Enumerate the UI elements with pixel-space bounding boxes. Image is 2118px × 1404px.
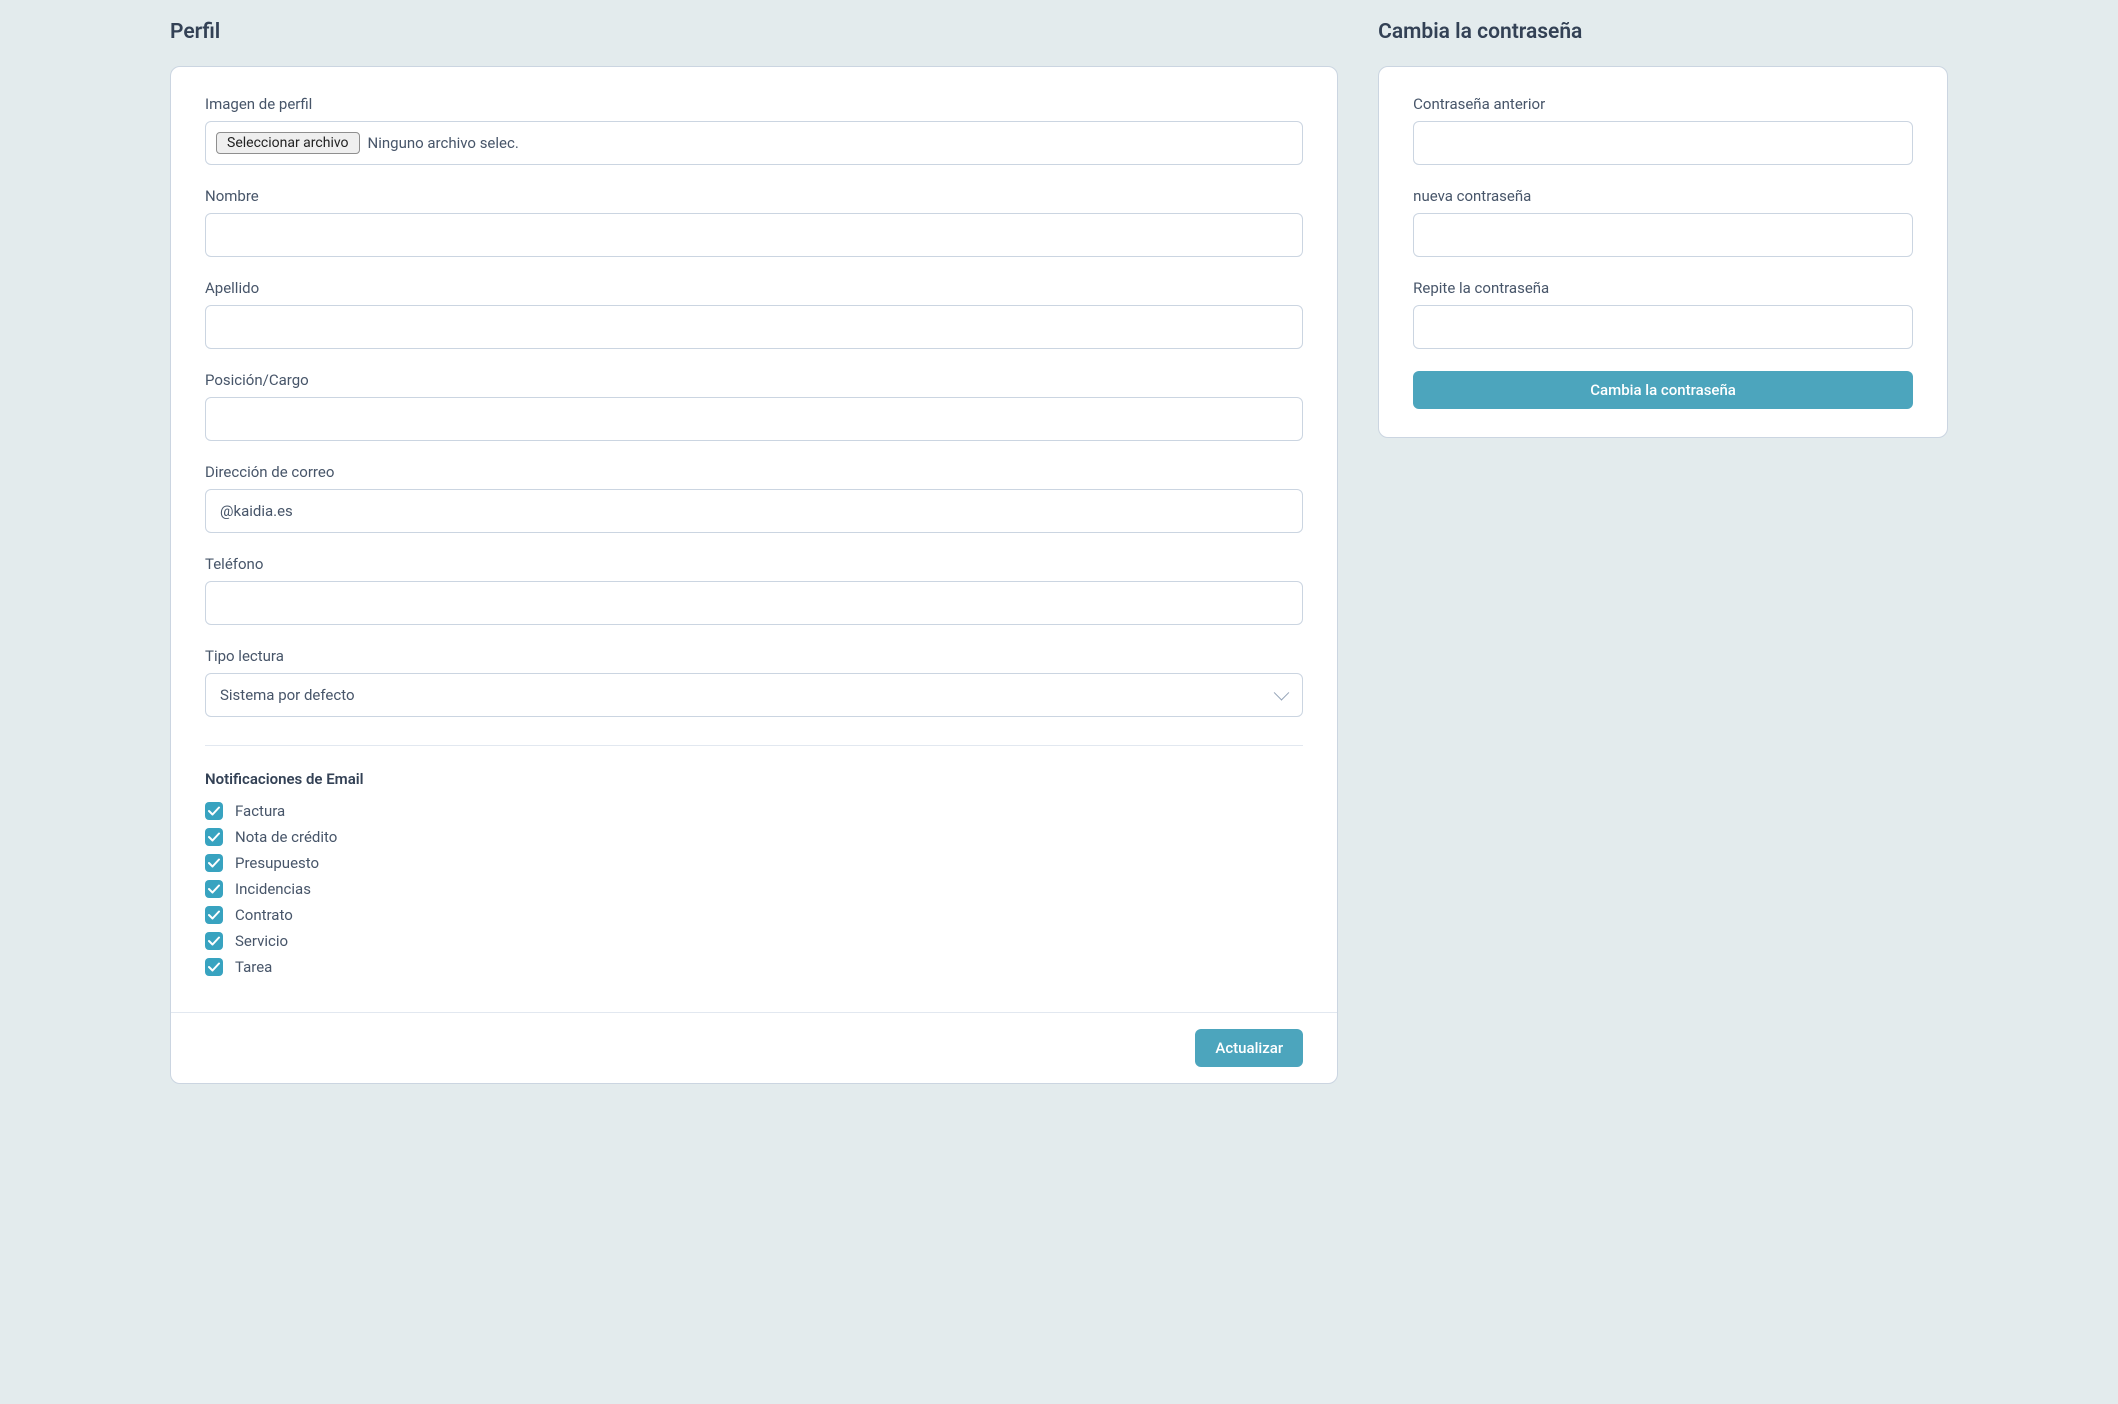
notification-row: Servicio <box>205 932 1303 950</box>
phone-label: Teléfono <box>205 555 1303 573</box>
reading-type-label: Tipo lectura <box>205 647 1303 665</box>
notification-checkbox[interactable] <box>205 828 223 846</box>
notification-checkbox[interactable] <box>205 958 223 976</box>
new-password-input[interactable] <box>1413 213 1913 257</box>
notification-label: Presupuesto <box>235 854 319 872</box>
change-password-button[interactable]: Cambia la contraseña <box>1413 371 1913 409</box>
new-password-label: nueva contraseña <box>1413 187 1913 205</box>
notification-checkbox[interactable] <box>205 854 223 872</box>
notification-row: Contrato <box>205 906 1303 924</box>
email-label: Dirección de correo <box>205 463 1303 481</box>
email-input[interactable] <box>205 489 1303 533</box>
notification-label: Tarea <box>235 958 272 976</box>
old-password-input[interactable] <box>1413 121 1913 165</box>
notification-checkbox[interactable] <box>205 932 223 950</box>
old-password-label: Contraseña anterior <box>1413 95 1913 113</box>
profile-title: Perfil <box>170 20 1338 44</box>
notification-label: Nota de crédito <box>235 828 337 846</box>
profile-image-input-wrapper[interactable]: Seleccionar archivo Ninguno archivo sele… <box>205 121 1303 165</box>
notification-label: Servicio <box>235 932 288 950</box>
notification-checkbox[interactable] <box>205 802 223 820</box>
repeat-password-label: Repite la contraseña <box>1413 279 1913 297</box>
notifications-title: Notificaciones de Email <box>205 770 1303 788</box>
notification-row: Tarea <box>205 958 1303 976</box>
profile-card: Imagen de perfil Seleccionar archivo Nin… <box>170 66 1338 1084</box>
update-button[interactable]: Actualizar <box>1195 1029 1303 1067</box>
first-name-label: Nombre <box>205 187 1303 205</box>
file-status-text: Ninguno archivo selec. <box>368 134 519 152</box>
position-label: Posición/Cargo <box>205 371 1303 389</box>
password-card: Contraseña anterior nueva contraseña Rep… <box>1378 66 1948 438</box>
position-input[interactable] <box>205 397 1303 441</box>
notification-checkbox[interactable] <box>205 906 223 924</box>
notification-row: Incidencias <box>205 880 1303 898</box>
notification-label: Factura <box>235 802 285 820</box>
password-title: Cambia la contraseña <box>1378 20 1948 44</box>
phone-input[interactable] <box>205 581 1303 625</box>
repeat-password-input[interactable] <box>1413 305 1913 349</box>
notification-label: Incidencias <box>235 880 311 898</box>
notification-label: Contrato <box>235 906 293 924</box>
last-name-input[interactable] <box>205 305 1303 349</box>
reading-type-select[interactable]: Sistema por defecto <box>205 673 1303 717</box>
profile-image-label: Imagen de perfil <box>205 95 1303 113</box>
notification-row: Factura <box>205 802 1303 820</box>
divider <box>205 745 1303 746</box>
notification-checkbox[interactable] <box>205 880 223 898</box>
notification-row: Presupuesto <box>205 854 1303 872</box>
file-select-button[interactable]: Seleccionar archivo <box>216 132 360 154</box>
notification-row: Nota de crédito <box>205 828 1303 846</box>
first-name-input[interactable] <box>205 213 1303 257</box>
last-name-label: Apellido <box>205 279 1303 297</box>
